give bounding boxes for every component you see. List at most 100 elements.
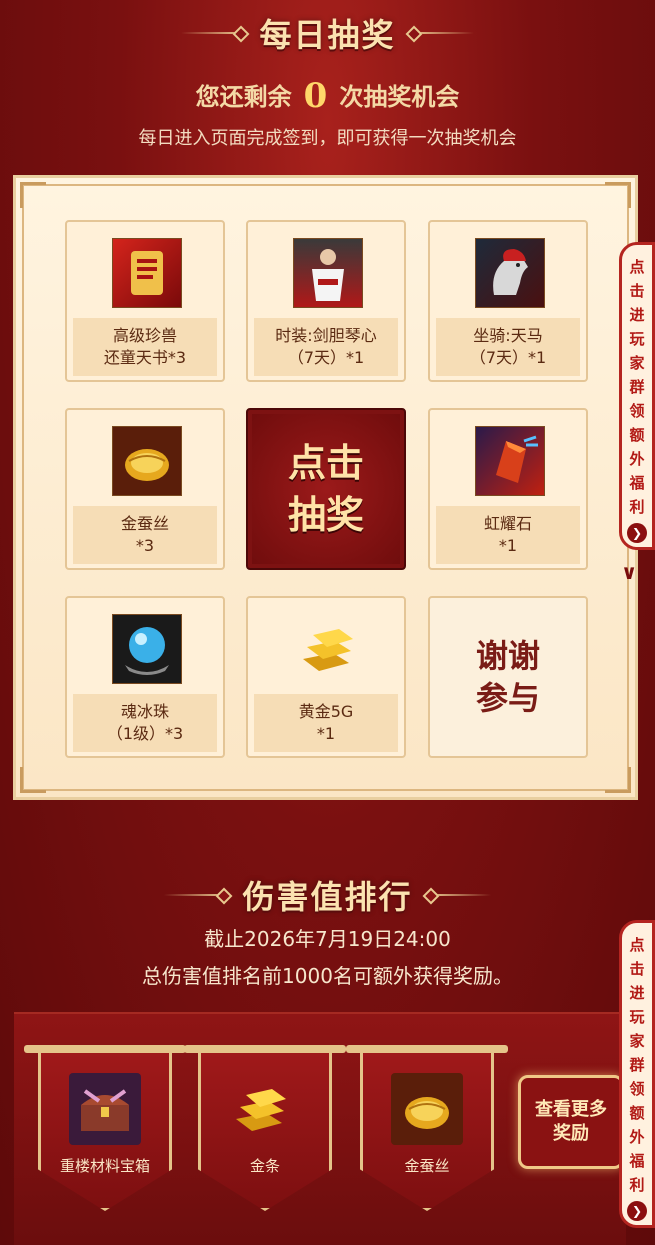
chevron-right-icon: ❯ (627, 523, 647, 543)
prize-quantity: *1 (498, 536, 518, 555)
chest-icon (69, 1073, 141, 1145)
draw-button-line1: 点击 (287, 440, 364, 485)
costume-icon (293, 238, 363, 308)
prize-quantity: （1级）*3 (106, 724, 184, 743)
side-tab-char: 进 (629, 306, 645, 324)
chevron-down-icon: ∨ (621, 560, 638, 584)
side-tab-group-link[interactable]: 点 击 进 玩 家 群 领 额 外 福 利 ❯ (619, 242, 655, 550)
ranking-extra-info: 总伤害值排名前1000名可额外获得奖励。 (142, 964, 513, 988)
corner-ornament (20, 182, 46, 208)
orb-icon (112, 614, 182, 684)
side-tab-char: 利 (629, 498, 645, 516)
scroll-icon (112, 238, 182, 308)
lottery-title-row: 每日抽奖 (0, 10, 655, 56)
prize-label: 高级珍兽 还童天书*3 (73, 318, 217, 376)
side-tab-char: 外 (629, 450, 645, 468)
prize-cell-6: 魂冰珠 （1级）*3 (65, 596, 225, 758)
side-tab-char: 福 (629, 474, 645, 492)
banner-rod (346, 1045, 508, 1053)
side-tab-char: 击 (629, 960, 645, 978)
prize-cell-4: 金蚕丝 *3 (65, 408, 225, 570)
side-tab-char: 玩 (629, 330, 645, 348)
banner-rod (24, 1045, 186, 1053)
prize-cell-7: 黄金5G *1 (246, 596, 406, 758)
remain-prefix: 您还剩余 (195, 82, 292, 111)
prize-quantity: （7天）*1 (469, 348, 547, 367)
prize-name: 金蚕丝 (120, 514, 169, 533)
reward-banner-3: 金蚕丝 (346, 1045, 508, 1215)
lottery-description: 每日进入页面完成签到，即可获得一次抽奖机会 (138, 128, 517, 149)
prize-name: 高级珍兽 (112, 326, 177, 345)
prize-quantity: *1 (316, 724, 336, 743)
side-tab-char: 点 (629, 258, 645, 276)
reward-name: 重楼材料宝箱 (59, 1157, 150, 1175)
more-rewards-line2: 奖励 (553, 1123, 589, 1144)
title-ornament-right (413, 32, 474, 34)
reward-name: 金条 (249, 1157, 280, 1175)
ranking-title-row: 伤害值排行 (0, 872, 655, 918)
draw-button[interactable]: 点击 抽奖 (246, 408, 406, 570)
title-ornament-left (181, 32, 242, 34)
prize-label: 金蚕丝 *3 (73, 506, 217, 564)
side-tab-char: 玩 (629, 1008, 645, 1026)
prize-quantity: 还童天书*3 (103, 348, 187, 367)
side-tab-char: 进 (629, 984, 645, 1002)
side-tab-char: 点 (629, 936, 645, 954)
ranking-title: 伤害值排行 (242, 878, 413, 916)
gem-icon (475, 426, 545, 496)
thanks-line1: 谢谢 (475, 637, 540, 675)
gold-icon (293, 614, 363, 684)
prize-label: 坐骑:天马 （7天）*1 (436, 318, 580, 376)
corner-ornament (605, 182, 631, 208)
prize-label: 黄金5G *1 (254, 694, 398, 752)
prize-label: 时装:剑胆琴心 （7天）*1 (254, 318, 398, 376)
side-tab-char: 领 (629, 1080, 645, 1098)
silk-icon (391, 1073, 463, 1145)
silk-icon (112, 426, 182, 496)
side-tab-char: 福 (629, 1152, 645, 1170)
lottery-board: 高级珍兽 还童天书*3 时装:剑胆琴心 （7天）*1 坐骑:天马 （7天）*1 … (13, 175, 638, 800)
more-rewards-line1: 查看更多 (535, 1099, 607, 1120)
reward-banner-2: 金条 (184, 1045, 346, 1215)
title-ornament-left (164, 894, 225, 896)
title-ornament-right (430, 894, 491, 896)
banner-rod (184, 1045, 346, 1053)
corner-ornament (20, 767, 46, 793)
prize-cell-3: 坐骑:天马 （7天）*1 (428, 220, 588, 382)
prize-name: 黄金5G (298, 702, 354, 721)
side-tab-char: 外 (629, 1128, 645, 1146)
side-tab-char: 群 (629, 1056, 645, 1074)
side-tab-char: 额 (629, 1104, 645, 1122)
prize-name: 魂冰珠 (120, 702, 169, 721)
reward-name: 金蚕丝 (404, 1157, 450, 1175)
gold-bar-icon (229, 1073, 301, 1145)
thanks-cell: 谢谢 参与 (428, 596, 588, 758)
prize-label: 虹耀石 *1 (436, 506, 580, 564)
remain-suffix: 次抽奖机会 (339, 82, 460, 111)
prize-cell-1: 高级珍兽 还童天书*3 (65, 220, 225, 382)
remaining-chances: 您还剩余 0 次抽奖机会 (0, 76, 655, 116)
side-tab-char: 群 (629, 378, 645, 396)
thanks-line2: 参与 (475, 679, 540, 717)
side-tab-char: 领 (629, 402, 645, 420)
prize-name: 虹耀石 (483, 514, 532, 533)
prize-quantity: （7天）*1 (287, 348, 365, 367)
side-tab-group-link-2[interactable]: 点 击 进 玩 家 群 领 额 外 福 利 ❯ (619, 920, 655, 1228)
prize-cell-5: 虹耀石 *1 (428, 408, 588, 570)
prize-quantity: *3 (135, 536, 155, 555)
more-rewards-button[interactable]: 查看更多 奖励 (518, 1075, 624, 1169)
prize-name: 坐骑:天马 (473, 326, 543, 345)
prize-cell-2: 时装:剑胆琴心 （7天）*1 (246, 220, 406, 382)
side-tab-char: 家 (629, 354, 645, 372)
chevron-right-icon: ❯ (627, 1201, 647, 1221)
draw-button-line2: 抽奖 (287, 492, 364, 537)
corner-ornament (605, 767, 631, 793)
prize-label: 魂冰珠 （1级）*3 (73, 694, 217, 752)
lottery-title: 每日抽奖 (259, 16, 396, 54)
prize-name: 时装:剑胆琴心 (275, 326, 377, 345)
side-tab-char: 额 (629, 426, 645, 444)
remain-count: 0 (303, 76, 328, 116)
ranking-deadline: 截止2026年7月19日24:00 (204, 927, 451, 951)
side-tab-char: 击 (629, 282, 645, 300)
horse-icon (475, 238, 545, 308)
